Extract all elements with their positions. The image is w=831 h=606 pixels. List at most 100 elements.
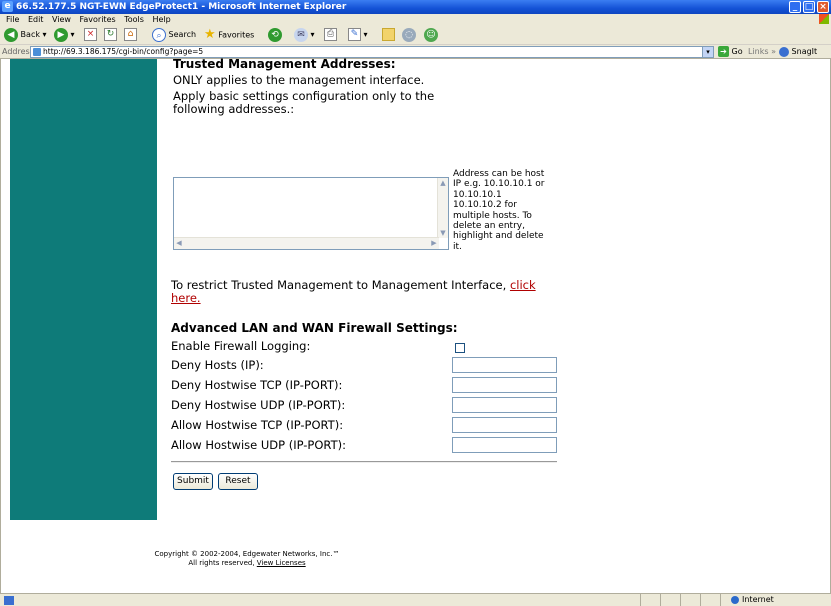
stop-icon: × (84, 28, 97, 41)
favorites-label: Favorites (218, 30, 255, 40)
discuss-button[interactable]: ◌ (402, 27, 416, 43)
address-bar: Address http://69.3.186.175/cgi-bin/conf… (0, 45, 831, 59)
allow-tcp-input[interactable] (452, 417, 557, 433)
page-icon (33, 48, 41, 56)
help-line: it. (453, 241, 462, 252)
folder-icon (382, 28, 395, 41)
home-button[interactable]: ⌂ (124, 27, 137, 43)
links-button[interactable]: Links » (748, 46, 776, 58)
address-dropdown-icon[interactable]: ▾ (702, 46, 714, 58)
allow-udp-input[interactable] (452, 437, 557, 453)
maximize-button[interactable]: □ (803, 1, 815, 13)
deny-tcp-input[interactable] (452, 377, 557, 393)
submit-button[interactable]: Submit (173, 473, 213, 490)
trusted-heading: Trusted Management Addresses: (173, 57, 396, 71)
messenger-button[interactable]: ☺ (424, 27, 438, 43)
view-licenses-link[interactable]: View Licenses (257, 559, 306, 567)
trusted-line-3: following addresses.: (173, 102, 295, 116)
menu-view[interactable]: View (52, 14, 71, 25)
textarea-horizontal-scrollbar[interactable]: ◀ ▶ (174, 237, 439, 249)
edit-icon: ✎ (348, 28, 361, 41)
snagit-label: SnagIt (791, 47, 818, 56)
edit-dropdown-icon[interactable]: ▾ (364, 30, 368, 39)
textarea-vertical-scrollbar[interactable]: ▲ ▼ (437, 178, 448, 238)
print-button[interactable]: ⎙ (324, 27, 337, 43)
refresh-button[interactable]: ↻ (104, 27, 117, 43)
allow-tcp-label: Allow Hostwise TCP (IP-PORT): (171, 418, 344, 432)
internet-globe-icon (731, 595, 739, 604)
form-divider (171, 461, 557, 463)
menu-edit[interactable]: Edit (28, 14, 44, 25)
forward-button[interactable]: ▶ ▾ (54, 27, 75, 43)
window-title: 66.52.177.5 NGT-EWN EdgeProtect1 - Micro… (16, 2, 347, 12)
back-button[interactable]: ◀ Back ▾ (4, 27, 47, 43)
trusted-addresses-textarea[interactable]: ▲ ▼ ◀ ▶ (173, 177, 449, 250)
window-title-bar: e 66.52.177.5 NGT-EWN EdgeProtect1 - Mic… (0, 0, 831, 14)
mail-dropdown-icon[interactable]: ▾ (311, 30, 315, 39)
close-button[interactable]: × (817, 1, 829, 13)
back-label: Back (20, 30, 40, 39)
discuss-icon: ◌ (402, 27, 416, 42)
menu-help[interactable]: Help (152, 14, 170, 25)
menu-tools[interactable]: Tools (124, 14, 144, 25)
forward-dropdown-icon[interactable]: ▾ (71, 30, 75, 39)
zone-label: Internet (742, 595, 774, 604)
deny-udp-label: Deny Hostwise UDP (IP-PORT): (171, 398, 346, 412)
favorites-star-icon: ★ (204, 27, 216, 42)
minimize-button[interactable]: _ (789, 1, 801, 13)
page-content: Trusted Management Addresses: ONLY appli… (0, 57, 831, 593)
go-button[interactable]: ➔ Go (718, 46, 743, 58)
messenger-icon: ☺ (424, 27, 438, 42)
search-label: Search (168, 30, 197, 39)
menu-file[interactable]: File (6, 14, 19, 25)
stop-button[interactable]: × (84, 27, 97, 43)
edit-button[interactable]: ✎ ▾ (348, 27, 368, 43)
print-icon: ⎙ (324, 28, 337, 41)
footer: Copyright © 2002-2004, Edgewater Network… (147, 550, 347, 568)
rights-line: All rights reserved, View Licenses (147, 559, 347, 568)
windows-flag-icon (819, 14, 829, 24)
address-help-text: Address can be host IP e.g. 10.10.10.1 o… (453, 169, 563, 252)
status-separator (660, 594, 661, 606)
help-line: delete an entry, (453, 221, 525, 232)
deny-tcp-label: Deny Hostwise TCP (IP-PORT): (171, 378, 343, 392)
address-url: http://69.3.186.175/cgi-bin/config?page=… (43, 47, 204, 56)
scroll-down-icon[interactable]: ▼ (438, 228, 448, 238)
scroll-left-icon[interactable]: ◀ (174, 238, 184, 248)
folder-button[interactable] (382, 27, 395, 43)
history-button[interactable]: ⟲ (268, 27, 282, 43)
deny-hosts-label: Deny Hosts (IP): (171, 358, 264, 372)
scroll-up-icon[interactable]: ▲ (438, 178, 448, 188)
refresh-icon: ↻ (104, 28, 117, 41)
snagit-icon (779, 46, 789, 57)
ie-logo-icon: e (2, 1, 13, 12)
firewall-heading: Advanced LAN and WAN Firewall Settings: (171, 321, 458, 335)
restrict-link[interactable]: click (510, 278, 536, 292)
restrict-link-continued[interactable]: here. (171, 291, 201, 305)
scroll-right-icon[interactable]: ▶ (429, 238, 439, 248)
left-sidebar (10, 59, 157, 520)
status-bar: Internet (0, 593, 831, 606)
allow-udp-label: Allow Hostwise UDP (IP-PORT): (171, 438, 346, 452)
enable-logging-checkbox[interactable] (455, 343, 465, 353)
deny-udp-input[interactable] (452, 397, 557, 413)
browser-toolbar: ◀ Back ▾ ▶ ▾ × ↻ ⌂ ⌕ Search ★ Favorites … (0, 25, 831, 45)
help-line: 10.10.10.1 (453, 189, 502, 200)
enable-logging-label: Enable Firewall Logging: (171, 339, 311, 353)
search-icon: ⌕ (152, 27, 166, 42)
mail-button[interactable]: ✉ ▾ (294, 27, 315, 43)
restrict-text: To restrict Trusted Management to Manage… (171, 278, 536, 292)
menu-favorites[interactable]: Favorites (80, 14, 116, 25)
back-dropdown-icon[interactable]: ▾ (43, 30, 47, 39)
favorites-button[interactable]: ★ Favorites (204, 27, 254, 43)
search-button[interactable]: ⌕ Search (152, 27, 196, 43)
reset-button[interactable]: Reset (218, 473, 258, 490)
help-line: IP e.g. 10.10.10.1 or (453, 179, 545, 190)
home-icon: ⌂ (124, 28, 137, 41)
help-line: Address can be host (453, 169, 545, 179)
deny-hosts-input[interactable] (452, 357, 557, 373)
done-page-icon (4, 596, 14, 605)
trusted-line-1: ONLY applies to the management interface… (173, 73, 425, 87)
snagit-button[interactable]: SnagIt (779, 46, 817, 58)
copyright-text: Copyright © 2002-2004, Edgewater Network… (154, 550, 340, 558)
